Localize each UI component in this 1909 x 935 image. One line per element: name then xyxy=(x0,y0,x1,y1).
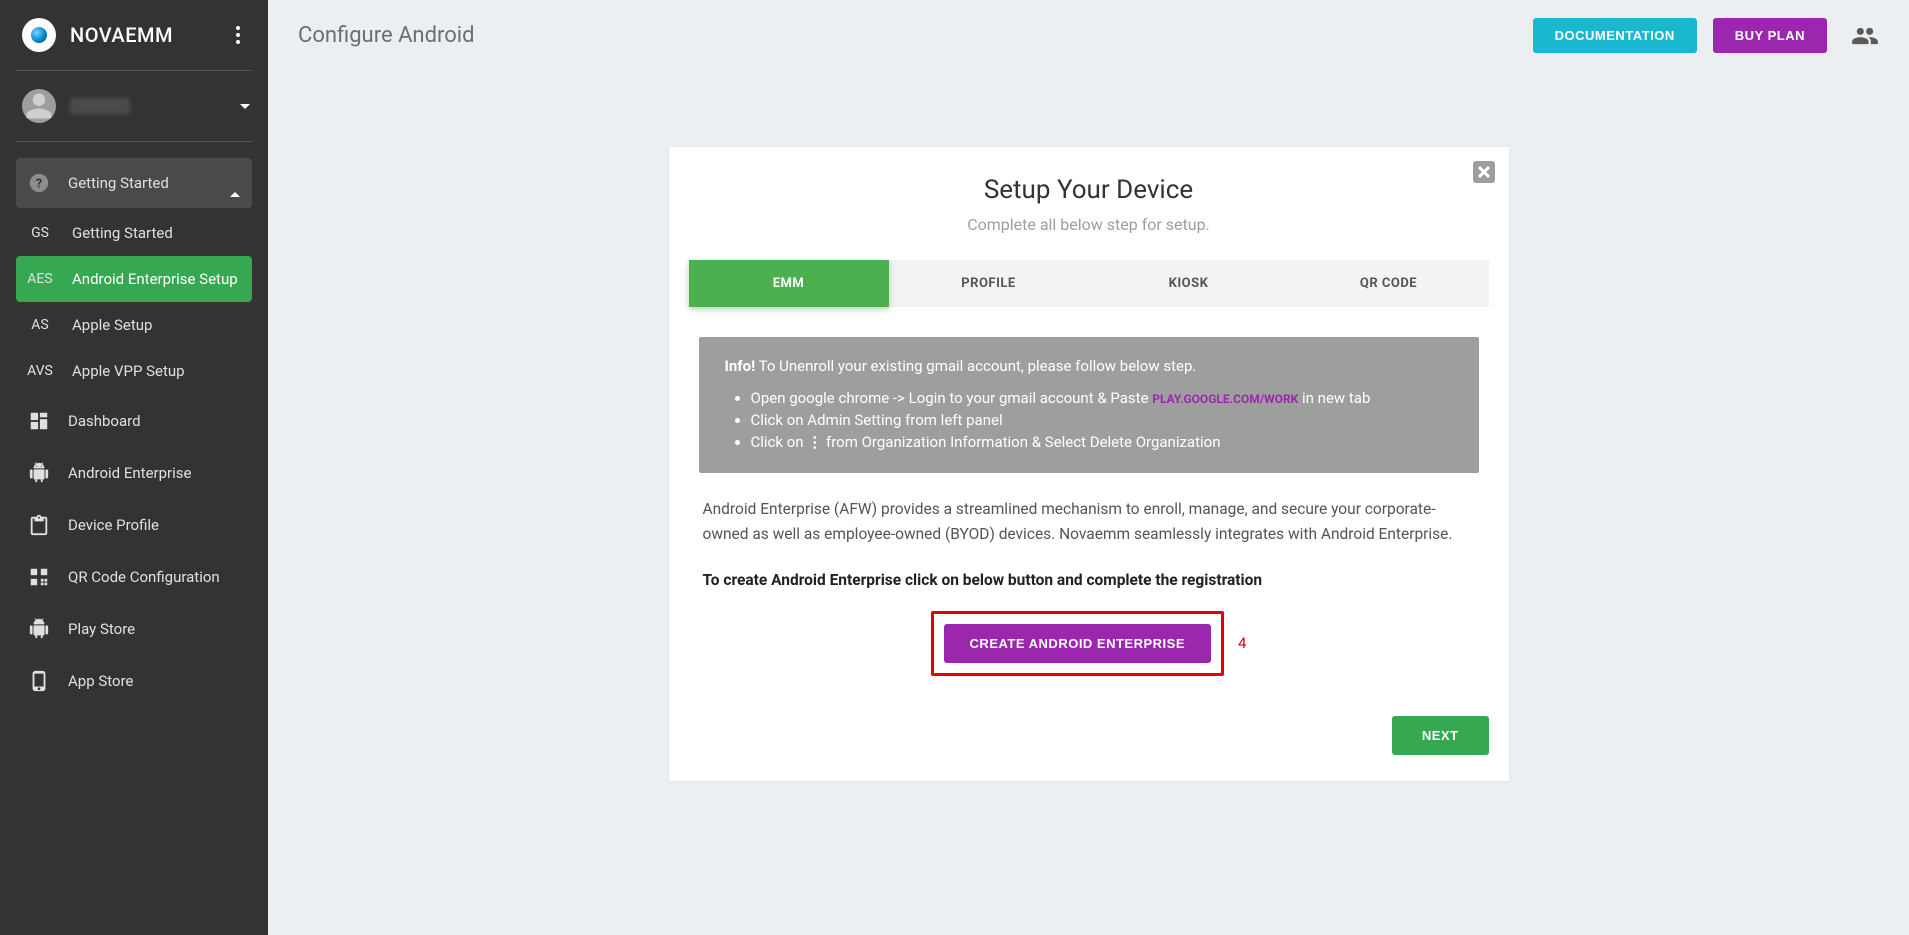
action-row: CREATE ANDROID ENTERPRISE 4 xyxy=(689,611,1489,676)
close-icon[interactable] xyxy=(1473,161,1495,183)
clipboard-icon xyxy=(28,514,50,536)
next-button[interactable]: NEXT xyxy=(1392,716,1489,755)
sidebar-item-dashboard[interactable]: Dashboard xyxy=(16,396,252,446)
tabs: EMM PROFILE KIOSK QR CODE xyxy=(689,260,1489,307)
info-step-3: Click on ⋮ from Organization Information… xyxy=(751,433,1453,451)
kebab-icon: ⋮ xyxy=(807,433,822,451)
chevron-down-icon xyxy=(240,104,250,109)
sidebar-item-getting-started[interactable]: ? Getting Started xyxy=(16,158,252,208)
info-lead: To Unenroll your existing gmail account,… xyxy=(755,357,1196,375)
create-android-enterprise-button[interactable]: CREATE ANDROID ENTERPRISE xyxy=(944,624,1211,663)
sidebar-item-gs[interactable]: GS Getting Started xyxy=(16,210,252,256)
sidebar-item-as[interactable]: AS Apple Setup xyxy=(16,302,252,348)
nav-abbrev: AS xyxy=(26,317,54,333)
sidebar-item-label: Play Store xyxy=(68,620,135,638)
nav-abbrev: GS xyxy=(26,225,54,241)
annotation-highlight: CREATE ANDROID ENTERPRISE xyxy=(931,611,1224,676)
sidebar-item-label: Device Profile xyxy=(68,516,159,534)
main: Configure Android DOCUMENTATION BUY PLAN… xyxy=(268,0,1909,935)
brand: NOVAEMM xyxy=(0,0,268,66)
qr-icon xyxy=(28,566,50,588)
brand-name: NOVAEMM xyxy=(70,23,212,47)
info-prefix: Info! xyxy=(725,357,756,375)
sidebar-item-label: QR Code Configuration xyxy=(68,568,220,586)
annotation-number: 4 xyxy=(1238,634,1246,652)
info-step-2: Click on Admin Setting from left panel xyxy=(751,411,1453,429)
help-icon: ? xyxy=(28,172,50,194)
sidebar-item-device-profile[interactable]: Device Profile xyxy=(16,500,252,550)
sidebar-item-qr-config[interactable]: QR Code Configuration xyxy=(16,552,252,602)
nav: ? Getting Started GS Getting Started AES… xyxy=(0,152,268,712)
chevron-up-icon xyxy=(230,174,240,192)
sidebar-item-label: Apple Setup xyxy=(72,316,152,334)
avatar xyxy=(22,89,56,123)
tab-kiosk[interactable]: KIOSK xyxy=(1089,260,1289,307)
setup-card: Setup Your Device Complete all below ste… xyxy=(669,147,1509,781)
android-icon xyxy=(28,462,50,484)
documentation-button[interactable]: DOCUMENTATION xyxy=(1533,18,1697,53)
sidebar-item-android-enterprise[interactable]: Android Enterprise xyxy=(16,448,252,498)
info-step-1: Open google chrome -> Login to your gmai… xyxy=(751,389,1453,407)
brand-logo xyxy=(22,18,56,52)
tab-profile[interactable]: PROFILE xyxy=(889,260,1089,307)
footer-row: NEXT xyxy=(689,716,1489,761)
user-menu[interactable] xyxy=(0,81,268,137)
body-text: Android Enterprise (AFW) provides a stre… xyxy=(689,473,1489,557)
card-title: Setup Your Device xyxy=(689,175,1489,205)
sidebar-item-label: Android Enterprise xyxy=(68,464,191,482)
info-box: Info! To Unenroll your existing gmail ac… xyxy=(699,337,1479,473)
sidebar-item-label: Android Enterprise Setup xyxy=(72,270,238,288)
sidebar-subnav: GS Getting Started AES Android Enterpris… xyxy=(16,210,252,394)
sidebar-item-label: App Store xyxy=(68,672,133,690)
sidebar-item-aes[interactable]: AES Android Enterprise Setup xyxy=(16,256,252,302)
user-name xyxy=(70,98,130,114)
buy-plan-button[interactable]: BUY PLAN xyxy=(1713,18,1827,53)
sidebar-item-app-store[interactable]: App Store xyxy=(16,656,252,706)
tab-emm[interactable]: EMM xyxy=(689,260,889,307)
sidebar-item-label: Getting Started xyxy=(72,224,173,242)
kebab-menu-icon[interactable] xyxy=(226,26,250,44)
sidebar-item-label: Apple VPP Setup xyxy=(72,362,185,380)
play-google-work-link[interactable]: PLAY.GOOGLE.COM/WORK xyxy=(1152,392,1298,406)
android-icon xyxy=(28,618,50,640)
nav-abbrev: AES xyxy=(26,271,54,287)
tab-qr[interactable]: QR CODE xyxy=(1289,260,1489,307)
topbar: Configure Android DOCUMENTATION BUY PLAN xyxy=(268,0,1909,57)
phone-icon xyxy=(28,670,50,692)
sidebar-item-avs[interactable]: AVS Apple VPP Setup xyxy=(16,348,252,394)
people-icon[interactable] xyxy=(1851,22,1879,50)
body-strong: To create Android Enterprise click on be… xyxy=(689,557,1489,589)
sidebar-item-label: Getting Started xyxy=(68,174,169,192)
svg-text:?: ? xyxy=(36,177,42,192)
dashboard-icon xyxy=(28,410,50,432)
sidebar-item-label: Dashboard xyxy=(68,412,141,430)
sidebar: NOVAEMM ? Getting Started GS Getting Sta… xyxy=(0,0,268,935)
sidebar-item-play-store[interactable]: Play Store xyxy=(16,604,252,654)
nav-abbrev: AVS xyxy=(26,363,54,379)
page-title: Configure Android xyxy=(298,23,475,48)
card-subtitle: Complete all below step for setup. xyxy=(689,215,1489,234)
